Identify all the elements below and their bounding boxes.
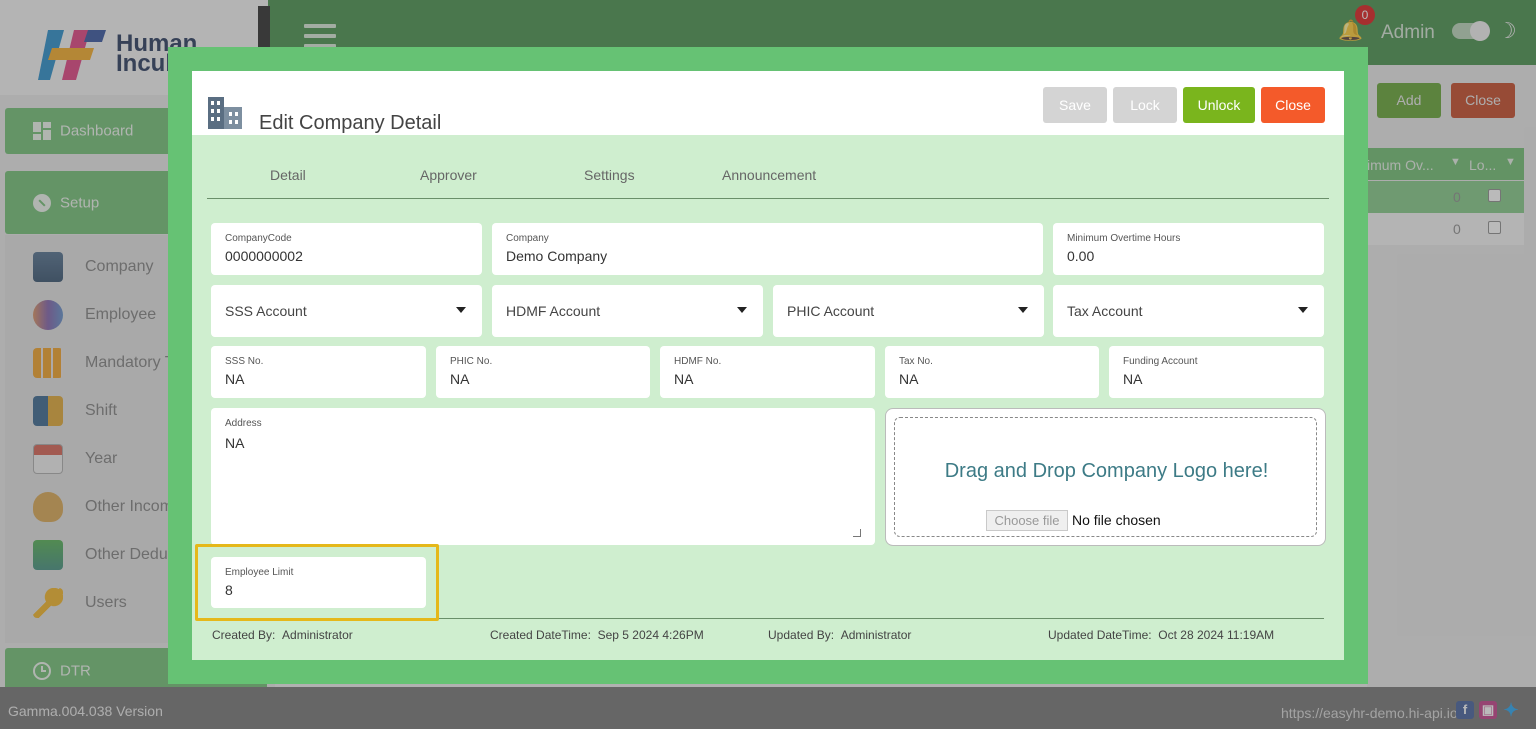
footer-label: Updated DateTime:	[1048, 628, 1152, 642]
sss-account-select[interactable]: SSS Account	[211, 285, 482, 337]
company-code-field[interactable]: CompanyCode 0000000002	[211, 223, 482, 275]
address-textarea[interactable]: Address NA	[211, 408, 875, 545]
phic-account-select[interactable]: PHIC Account	[773, 285, 1044, 337]
footer-value: Sep 5 2024 4:26PM	[597, 628, 704, 642]
field-value: NA	[225, 435, 245, 451]
tab-announcement[interactable]: Announcement	[722, 167, 816, 183]
tab-bar: Detail Approver Settings Announcement	[207, 167, 1329, 199]
caret-down-icon	[737, 307, 747, 313]
updated-by: Updated By: Administrator	[768, 628, 911, 642]
caret-down-icon	[1018, 307, 1028, 313]
choose-file-button[interactable]: Choose file	[986, 510, 1068, 531]
phic-no-field[interactable]: PHIC No. NA	[436, 346, 650, 398]
select-placeholder: Tax Account	[1067, 303, 1143, 319]
sss-no-field[interactable]: SSS No. NA	[211, 346, 426, 398]
select-placeholder: SSS Account	[225, 303, 307, 319]
field-value: NA	[450, 371, 470, 387]
footer-label: Created DateTime:	[490, 628, 591, 642]
field-value: 0.00	[1067, 248, 1095, 264]
field-label: HDMF No.	[674, 356, 722, 367]
footer-value: Administrator	[282, 628, 353, 642]
tab-approver[interactable]: Approver	[420, 167, 477, 183]
field-value: NA	[1123, 371, 1143, 387]
updated-datetime: Updated DateTime: Oct 28 2024 11:19AM	[1048, 628, 1274, 642]
created-datetime: Created DateTime: Sep 5 2024 4:26PM	[490, 628, 704, 642]
field-label: CompanyCode	[225, 233, 292, 244]
field-value: NA	[674, 371, 694, 387]
field-label: Tax No.	[899, 356, 933, 367]
footer-label: Created By:	[212, 628, 276, 642]
tax-account-select[interactable]: Tax Account	[1053, 285, 1324, 337]
file-status: No file chosen	[1072, 512, 1161, 528]
unlock-button[interactable]: Unlock	[1183, 87, 1255, 123]
company-field[interactable]: Company Demo Company	[492, 223, 1043, 275]
tab-detail[interactable]: Detail	[270, 167, 306, 183]
hdmf-no-field[interactable]: HDMF No. NA	[660, 346, 875, 398]
field-label: Company	[506, 233, 549, 244]
logo-drop-zone[interactable]: Drag and Drop Company Logo here! Choose …	[885, 408, 1326, 546]
footer-value: Oct 28 2024 11:19AM	[1158, 628, 1275, 642]
select-placeholder: HDMF Account	[506, 303, 601, 319]
modal-header: Edit Company Detail Save Lock Unlock Clo…	[192, 71, 1344, 135]
footer-label: Updated By:	[768, 628, 835, 642]
tax-no-field[interactable]: Tax No. NA	[885, 346, 1099, 398]
close-button[interactable]: Close	[1261, 87, 1325, 123]
field-label: Address	[225, 418, 262, 429]
tab-settings[interactable]: Settings	[584, 167, 635, 183]
field-value: Demo Company	[506, 248, 608, 264]
created-by: Created By: Administrator	[212, 628, 353, 642]
field-label: SSS No.	[225, 356, 264, 367]
footer-value: Administrator	[840, 628, 912, 642]
min-overtime-hours-field[interactable]: Minimum Overtime Hours 0.00	[1053, 223, 1324, 275]
field-value: 0000000002	[225, 248, 303, 264]
funding-account-field[interactable]: Funding Account NA	[1109, 346, 1324, 398]
drop-area-border: Drag and Drop Company Logo here! Choose …	[894, 417, 1317, 537]
caret-down-icon	[456, 307, 466, 313]
save-button[interactable]: Save	[1043, 87, 1107, 123]
highlight-box	[195, 544, 439, 621]
drop-instruction: Drag and Drop Company Logo here!	[944, 460, 1269, 482]
select-placeholder: PHIC Account	[787, 303, 875, 319]
caret-down-icon	[1298, 307, 1308, 313]
lock-button[interactable]: Lock	[1113, 87, 1177, 123]
field-value: NA	[899, 371, 919, 387]
field-value: NA	[225, 371, 245, 387]
field-label: Minimum Overtime Hours	[1067, 233, 1181, 244]
field-label: PHIC No.	[450, 356, 493, 367]
building-icon	[208, 97, 242, 129]
field-label: Funding Account	[1123, 356, 1198, 367]
modal-title: Edit Company Detail	[259, 112, 442, 134]
hdmf-account-select[interactable]: HDMF Account	[492, 285, 763, 337]
resize-handle-icon[interactable]	[853, 529, 861, 537]
